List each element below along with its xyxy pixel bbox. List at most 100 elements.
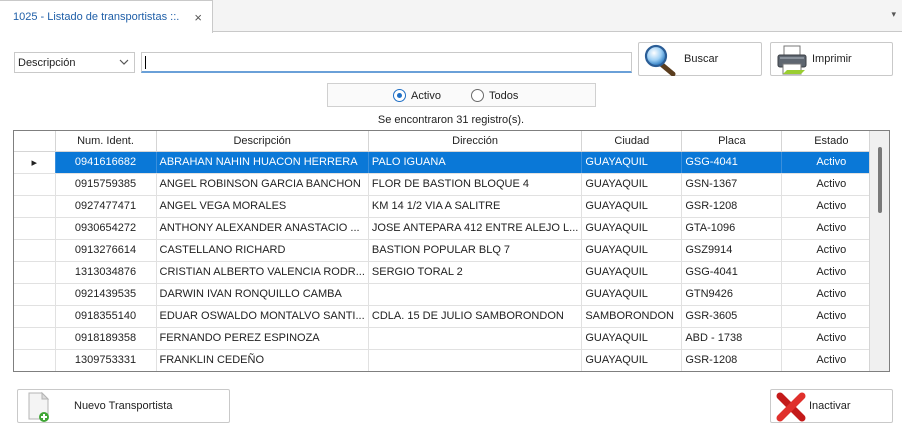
cell-ciudad: GUAYAQUIL (581, 239, 683, 262)
cell-descripcion: DARWIN IVAN RONQUILLO CAMBA (156, 283, 369, 306)
column-header-ciudad[interactable]: Ciudad (581, 131, 683, 152)
cell-estado: Activo (781, 239, 882, 262)
cell-ciudad: GUAYAQUIL (581, 195, 683, 218)
radio-activo-indicator (393, 89, 406, 102)
cell-num-ident: 0913276614 (55, 239, 157, 262)
cell-estado: Activo (781, 305, 882, 328)
nuevo-transportista-button[interactable]: Nuevo Transportista (17, 389, 230, 423)
row-indicator (14, 217, 56, 240)
vertical-scrollbar[interactable] (869, 131, 889, 371)
radio-todos-indicator (471, 89, 484, 102)
column-header-estado[interactable]: Estado (781, 131, 882, 152)
cell-direccion: FLOR DE BASTION BLOQUE 4 (368, 173, 583, 196)
table-row[interactable]: 0913276614 CASTELLANO RICHARD BASTION PO… (14, 239, 882, 262)
radio-activo[interactable]: Activo (393, 89, 441, 102)
table-row[interactable]: 0921439535 DARWIN IVAN RONQUILLO CAMBA G… (14, 283, 882, 306)
text-caret (145, 56, 146, 69)
cell-ciudad: GUAYAQUIL (581, 327, 683, 350)
cell-placa: ABD - 1738 (681, 327, 783, 350)
table-row[interactable]: 0930654272 ANTHONY ALEXANDER ANASTACIO .… (14, 217, 882, 240)
column-header-num-ident[interactable]: Num. Ident. (55, 131, 157, 152)
table-row[interactable]: ▸ 0941616682 ABRAHAN NAHIN HUACON HERRER… (14, 151, 882, 174)
cell-direccion (368, 283, 583, 306)
table-header-row: Num. Ident. Descripción Dirección Ciudad… (14, 131, 882, 152)
cell-placa: GSN-1367 (681, 173, 783, 196)
radio-todos-label: Todos (489, 89, 519, 102)
column-header-indicator[interactable] (14, 131, 56, 152)
cell-num-ident: 0918355140 (55, 305, 157, 328)
column-header-placa[interactable]: Placa (681, 131, 783, 152)
table-row[interactable]: 0915759385 ANGEL ROBINSON GARCIA BANCHON… (14, 173, 882, 196)
transportistas-grid[interactable]: Num. Ident. Descripción Dirección Ciudad… (13, 130, 890, 372)
cell-num-ident: 0915759385 (55, 173, 157, 196)
cell-estado: Activo (781, 173, 882, 196)
cell-placa: GSR-3605 (681, 305, 783, 328)
cell-estado: Activo (781, 217, 882, 240)
cell-placa: GSR-1208 (681, 349, 783, 371)
row-indicator (14, 305, 56, 328)
imprimir-label: Imprimir (812, 53, 852, 65)
cell-ciudad: GUAYAQUIL (581, 217, 683, 240)
column-header-descripcion[interactable]: Descripción (156, 131, 369, 152)
cell-placa: GSZ9914 (681, 239, 783, 262)
cell-descripcion: FRANKLIN CEDEÑO (156, 349, 369, 371)
cell-direccion: SERGIO TORAL 2 (368, 261, 583, 284)
cell-placa: GSR-1208 (681, 195, 783, 218)
cell-num-ident: 0921439535 (55, 283, 157, 306)
table-row[interactable]: 0918189358 FERNANDO PEREZ ESPINOZA GUAYA… (14, 327, 882, 350)
search-field-select[interactable]: Descripción (14, 52, 135, 73)
row-indicator: ▸ (14, 151, 56, 174)
cell-direccion: BASTION POPULAR BLQ 7 (368, 239, 583, 262)
row-indicator (14, 327, 56, 350)
cell-ciudad: GUAYAQUIL (581, 261, 683, 284)
row-indicator (14, 173, 56, 196)
inactivar-button[interactable]: Inactivar (770, 389, 893, 423)
cell-num-ident: 1313034876 (55, 261, 157, 284)
new-document-icon (28, 391, 50, 422)
cell-descripcion: ANTHONY ALEXANDER ANASTACIO ... (156, 217, 369, 240)
cell-descripcion: CRISTIAN ALBERTO VALENCIA RODR... (156, 261, 369, 284)
cell-num-ident: 0930654272 (55, 217, 157, 240)
column-header-direccion[interactable]: Dirección (368, 131, 583, 152)
cell-placa: GTN9426 (681, 283, 783, 306)
cell-estado: Activo (781, 349, 882, 371)
cell-placa: GTA-1096 (681, 217, 783, 240)
tab-title: 1025 - Listado de transportistas ::. (13, 11, 180, 23)
radio-activo-label: Activo (411, 89, 441, 102)
cell-direccion: PALO IGUANA (368, 151, 583, 174)
imprimir-button[interactable]: Imprimir (770, 42, 893, 76)
search-field-value: Descripción (18, 56, 76, 69)
table-row[interactable]: 1309753331 FRANKLIN CEDEÑO GUAYAQUIL GSR… (14, 349, 882, 371)
tab-menu-chevron-down-icon[interactable]: ▾ (891, 9, 896, 20)
cell-placa: GSG-4041 (681, 151, 783, 174)
scrollbar-thumb[interactable] (878, 147, 882, 213)
cell-estado: Activo (781, 195, 882, 218)
tab-listado-transportistas[interactable]: 1025 - Listado de transportistas ::. × (0, 0, 213, 33)
table-row[interactable]: 1313034876 CRISTIAN ALBERTO VALENCIA ROD… (14, 261, 882, 284)
cell-direccion: CDLA. 15 DE JULIO SAMBORONDON (368, 305, 583, 328)
cell-descripcion: FERNANDO PEREZ ESPINOZA (156, 327, 369, 350)
buscar-button[interactable]: Buscar (638, 42, 762, 76)
search-input[interactable] (141, 52, 632, 73)
cell-estado: Activo (781, 283, 882, 306)
row-indicator (14, 261, 56, 284)
cell-estado: Activo (781, 261, 882, 284)
radio-todos[interactable]: Todos (471, 89, 518, 102)
nuevo-transportista-label: Nuevo Transportista (74, 400, 173, 412)
table-row[interactable]: 0927477471 ANGEL VEGA MORALES KM 14 1/2 … (14, 195, 882, 218)
magnifier-icon (644, 44, 676, 76)
cell-ciudad: GUAYAQUIL (581, 173, 683, 196)
transportistas-table: Num. Ident. Descripción Dirección Ciudad… (14, 131, 882, 371)
cell-num-ident: 1309753331 (55, 349, 157, 371)
cell-ciudad: GUAYAQUIL (581, 349, 683, 371)
red-x-icon (776, 392, 806, 422)
cell-direccion: KM 14 1/2 VIA A SALITRE (368, 195, 583, 218)
cell-descripcion: ABRAHAN NAHIN HUACON HERRERA (156, 151, 369, 174)
table-row[interactable]: 0918355140 EDUAR OSWALDO MONTALVO SANTI.… (14, 305, 882, 328)
cell-direccion (368, 327, 583, 350)
close-icon[interactable]: × (194, 10, 202, 25)
cell-descripcion: ANGEL VEGA MORALES (156, 195, 369, 218)
record-count: Se encontraron 31 registro(s). (377, 114, 525, 126)
row-indicator (14, 195, 56, 218)
tab-strip: 1025 - Listado de transportistas ::. × ▾ (0, 0, 902, 33)
